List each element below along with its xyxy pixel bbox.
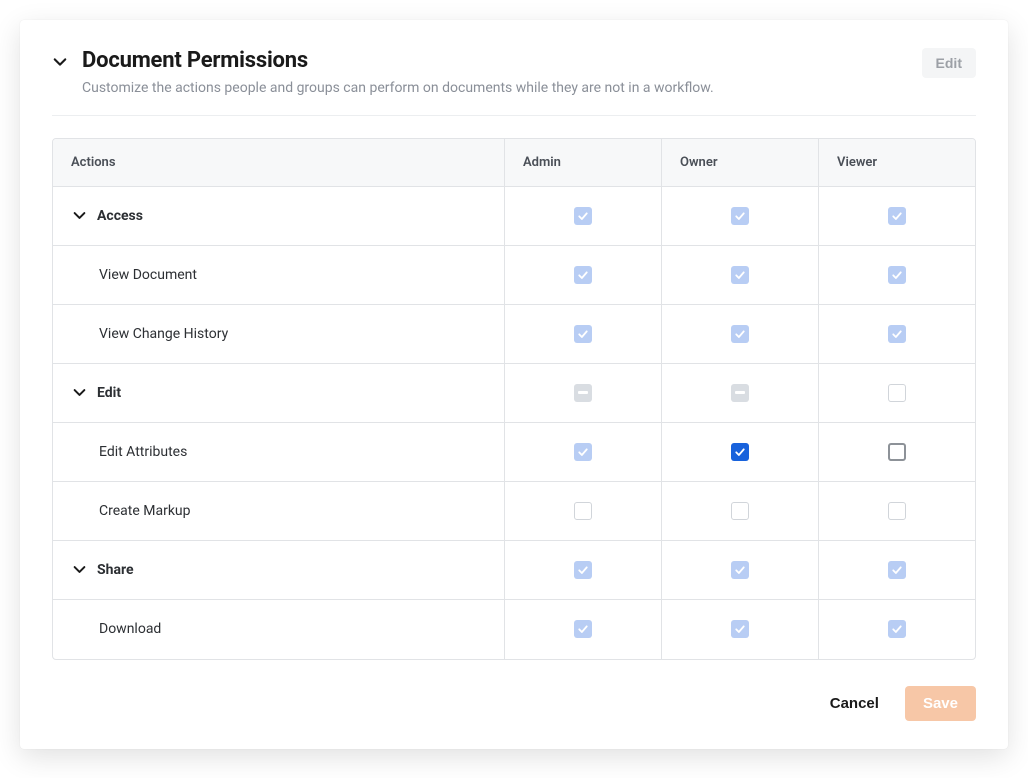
row-label-cell: View Document bbox=[53, 246, 504, 304]
grid-body: Access View Document View Change History Ed… bbox=[53, 187, 975, 659]
checkbox-checked-soft[interactable] bbox=[888, 561, 906, 579]
permission-cell bbox=[818, 482, 975, 540]
row-label-cell: Share bbox=[53, 541, 504, 599]
permission-cell bbox=[504, 423, 661, 481]
row-label-cell: View Change History bbox=[53, 305, 504, 363]
checkbox-checked-soft[interactable] bbox=[731, 620, 749, 638]
footer: Cancel Save bbox=[52, 660, 976, 721]
row-label: Download bbox=[99, 621, 161, 637]
permission-cell bbox=[504, 364, 661, 422]
permission-cell bbox=[661, 187, 818, 245]
divider bbox=[52, 115, 976, 116]
title-block: Document Permissions Customize the actio… bbox=[82, 48, 714, 99]
checkbox-checked-soft[interactable] bbox=[888, 207, 906, 225]
row-label: Access bbox=[97, 208, 143, 224]
checkbox-unchecked[interactable] bbox=[574, 502, 592, 520]
permissions-panel: Document Permissions Customize the actio… bbox=[20, 20, 1008, 749]
table-row: Edit Attributes bbox=[53, 423, 975, 482]
checkbox-checked-soft[interactable] bbox=[574, 266, 592, 284]
checkbox-checked-soft[interactable] bbox=[574, 207, 592, 225]
permission-cell bbox=[661, 364, 818, 422]
row-label: View Document bbox=[99, 267, 197, 283]
row-label-cell: Download bbox=[53, 600, 504, 659]
checkbox-checked-soft[interactable] bbox=[574, 443, 592, 461]
page-title: Document Permissions bbox=[82, 48, 714, 73]
checkbox-checked-strong[interactable] bbox=[731, 443, 749, 461]
permission-cell bbox=[661, 246, 818, 304]
permission-cell bbox=[818, 246, 975, 304]
edit-button[interactable]: Edit bbox=[922, 48, 976, 78]
row-label-cell: Create Markup bbox=[53, 482, 504, 540]
row-label: View Change History bbox=[99, 326, 228, 342]
checkbox-unchecked[interactable] bbox=[731, 502, 749, 520]
checkbox-checked-soft[interactable] bbox=[574, 620, 592, 638]
table-row: View Change History bbox=[53, 305, 975, 364]
cancel-button[interactable]: Cancel bbox=[824, 687, 885, 720]
row-label: Edit Attributes bbox=[99, 444, 187, 460]
chevron-down-icon[interactable] bbox=[71, 208, 87, 224]
checkbox-checked-soft[interactable] bbox=[731, 325, 749, 343]
chevron-down-icon[interactable] bbox=[71, 385, 87, 401]
permission-cell bbox=[504, 246, 661, 304]
checkbox-checked-soft[interactable] bbox=[574, 561, 592, 579]
permission-cell bbox=[818, 305, 975, 363]
checkbox-unchecked[interactable] bbox=[888, 502, 906, 520]
permission-cell bbox=[504, 187, 661, 245]
permission-cell bbox=[504, 541, 661, 599]
row-label: Share bbox=[97, 562, 134, 578]
column-header-admin: Admin bbox=[504, 139, 661, 186]
row-label-cell: Edit bbox=[53, 364, 504, 422]
permission-cell bbox=[661, 423, 818, 481]
save-button[interactable]: Save bbox=[905, 686, 976, 721]
column-header-actions: Actions bbox=[53, 139, 504, 186]
checkbox-checked-soft[interactable] bbox=[731, 207, 749, 225]
checkbox-checked-soft[interactable] bbox=[731, 266, 749, 284]
permission-cell bbox=[504, 600, 661, 659]
collapse-panel-icon[interactable] bbox=[52, 54, 68, 70]
chevron-down-icon[interactable] bbox=[71, 562, 87, 578]
panel-header: Document Permissions Customize the actio… bbox=[52, 48, 976, 115]
column-header-viewer: Viewer bbox=[818, 139, 975, 186]
column-header-owner: Owner bbox=[661, 139, 818, 186]
checkbox-unchecked-bold[interactable] bbox=[888, 443, 906, 461]
grid-header: Actions Admin Owner Viewer bbox=[53, 139, 975, 187]
checkbox-indeterminate[interactable] bbox=[574, 384, 592, 402]
table-row: Edit bbox=[53, 364, 975, 423]
header-left: Document Permissions Customize the actio… bbox=[52, 48, 714, 99]
checkbox-checked-soft[interactable] bbox=[731, 561, 749, 579]
permission-cell bbox=[504, 482, 661, 540]
row-label-cell: Edit Attributes bbox=[53, 423, 504, 481]
table-row: Create Markup bbox=[53, 482, 975, 541]
permission-cell bbox=[818, 187, 975, 245]
permission-cell bbox=[661, 305, 818, 363]
permission-cell bbox=[818, 600, 975, 659]
table-row: Access bbox=[53, 187, 975, 246]
table-row: View Document bbox=[53, 246, 975, 305]
row-label: Create Markup bbox=[99, 503, 191, 519]
permission-cell bbox=[818, 423, 975, 481]
checkbox-checked-soft[interactable] bbox=[888, 266, 906, 284]
checkbox-indeterminate[interactable] bbox=[731, 384, 749, 402]
checkbox-checked-soft[interactable] bbox=[574, 325, 592, 343]
table-row: Share bbox=[53, 541, 975, 600]
permission-cell bbox=[818, 364, 975, 422]
row-label: Edit bbox=[97, 385, 121, 401]
permissions-grid: Actions Admin Owner Viewer Access View Do… bbox=[52, 138, 976, 660]
permission-cell bbox=[504, 305, 661, 363]
permission-cell bbox=[661, 482, 818, 540]
table-row: Download bbox=[53, 600, 975, 659]
row-label-cell: Access bbox=[53, 187, 504, 245]
checkbox-checked-soft[interactable] bbox=[888, 620, 906, 638]
page-subtitle: Customize the actions people and groups … bbox=[82, 79, 714, 99]
permission-cell bbox=[661, 600, 818, 659]
checkbox-unchecked[interactable] bbox=[888, 384, 906, 402]
permission-cell bbox=[818, 541, 975, 599]
permission-cell bbox=[661, 541, 818, 599]
checkbox-checked-soft[interactable] bbox=[888, 325, 906, 343]
